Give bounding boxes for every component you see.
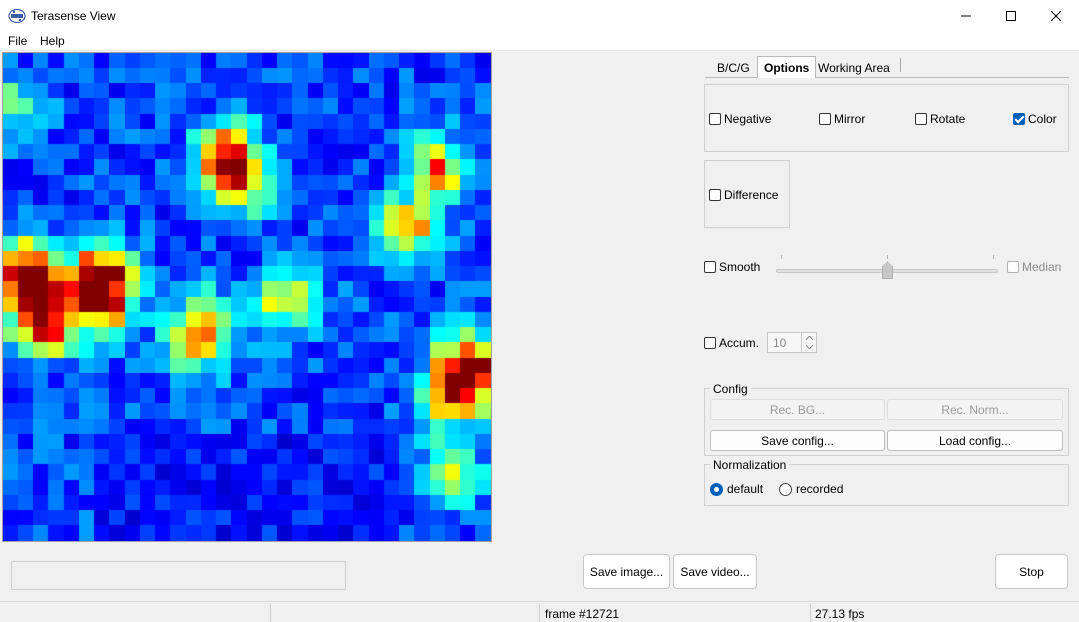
negative-checkbox-box[interactable] [709, 113, 721, 125]
heatmap-canvas [3, 53, 491, 541]
color-checkbox[interactable]: Color [1013, 112, 1057, 126]
spin-down-button[interactable] [802, 342, 816, 351]
normalization-group-title: Normalization [710, 458, 790, 472]
slider-tick [993, 255, 994, 259]
smooth-checkbox-box[interactable] [704, 261, 716, 273]
spin-up-button[interactable] [802, 333, 816, 342]
difference-checkbox[interactable]: Difference [709, 188, 778, 202]
difference-label: Difference [724, 188, 779, 202]
default-radio[interactable]: default [710, 482, 763, 496]
mirror-checkbox-box[interactable] [819, 113, 831, 125]
main-window: Terasense View File Help B/C/G Options W… [0, 0, 1079, 622]
close-icon [1051, 11, 1061, 21]
fps-readout: 27.13 fps [815, 607, 865, 621]
frame-counter: frame #12721 [545, 607, 620, 621]
default-radio-dot[interactable] [710, 482, 723, 496]
load-config-button[interactable]: Load config... [887, 430, 1063, 451]
difference-checkbox-box[interactable] [709, 189, 721, 201]
chevron-down-icon [805, 344, 813, 349]
status-separator [539, 604, 540, 622]
color-checkbox-box[interactable] [1013, 113, 1025, 125]
status-separator [810, 604, 811, 622]
menu-help[interactable]: Help [40, 34, 65, 48]
mirror-checkbox[interactable]: Mirror [819, 112, 865, 126]
median-checkbox-box[interactable] [1007, 261, 1019, 273]
rotate-checkbox[interactable]: Rotate [915, 112, 965, 126]
stop-button[interactable]: Stop [995, 554, 1068, 589]
rec-norm-button[interactable]: Rec. Norm... [887, 399, 1063, 420]
median-label: Median [1022, 260, 1062, 274]
terasense-logo-icon [8, 8, 26, 24]
minimize-icon [961, 15, 971, 17]
negative-label: Negative [724, 112, 772, 126]
minimize-button[interactable] [943, 0, 989, 32]
save-config-button[interactable]: Save config... [710, 430, 885, 451]
smooth-slider-thumb[interactable] [882, 261, 893, 279]
tab-working-area[interactable]: Working Area [812, 58, 896, 77]
maximize-button[interactable] [988, 0, 1034, 32]
accum-spin-buttons [801, 333, 816, 352]
accum-checkbox-box[interactable] [704, 337, 716, 349]
tab-options[interactable]: Options [757, 56, 817, 78]
status-separator [270, 604, 271, 622]
slider-tick [887, 255, 888, 259]
accum-checkbox[interactable]: Accum. [704, 336, 759, 350]
smooth-checkbox[interactable]: Smooth [704, 260, 760, 274]
tab-bcg[interactable]: B/C/G [711, 58, 756, 77]
rec-bg-button[interactable]: Rec. BG... [710, 399, 885, 420]
accum-label: Accum. [719, 336, 760, 350]
default-radio-label: default [727, 482, 764, 496]
negative-checkbox[interactable]: Negative [709, 112, 771, 126]
save-image-button[interactable]: Save image... [583, 554, 670, 589]
accum-spinbox[interactable]: 10 [767, 332, 817, 353]
menu-bar: File Help [0, 32, 1079, 51]
title-bar: Terasense View [0, 0, 1079, 32]
maximize-icon [1006, 11, 1016, 21]
message-field [11, 561, 346, 590]
color-label: Color [1028, 112, 1057, 126]
rotate-label: Rotate [930, 112, 966, 126]
terahertz-image-view[interactable] [2, 52, 492, 542]
slider-tick [781, 255, 782, 259]
tab-separator [900, 58, 901, 72]
chevron-up-icon [805, 335, 813, 340]
rotate-checkbox-box[interactable] [915, 113, 927, 125]
mirror-label: Mirror [834, 112, 866, 126]
smooth-label: Smooth [719, 260, 761, 274]
recorded-radio[interactable]: recorded [779, 482, 843, 496]
save-video-button[interactable]: Save video... [673, 554, 757, 589]
median-checkbox[interactable]: Median [1007, 260, 1061, 274]
window-title: Terasense View [31, 9, 116, 23]
config-group-title: Config [710, 382, 751, 396]
status-bar: frame #12721 27.13 fps [0, 601, 1079, 622]
recorded-radio-label: recorded [796, 482, 844, 496]
recorded-radio-dot[interactable] [779, 482, 792, 496]
close-button[interactable] [1033, 0, 1079, 32]
menu-file[interactable]: File [8, 34, 27, 48]
accum-value: 10 [773, 336, 787, 350]
